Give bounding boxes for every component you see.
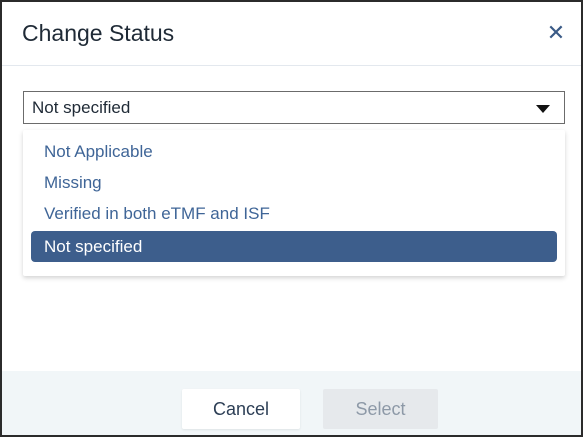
option-not-applicable[interactable]: Not Applicable <box>31 136 557 167</box>
select-button[interactable]: Select <box>323 389 438 429</box>
option-not-specified[interactable]: Not specified <box>31 231 557 262</box>
status-select[interactable]: Not specified <box>23 91 565 124</box>
caret-down-icon <box>536 105 550 113</box>
option-missing[interactable]: Missing <box>31 167 557 198</box>
close-icon[interactable]: ✕ <box>545 22 567 44</box>
status-select-value: Not specified <box>32 98 131 117</box>
status-dropdown-list: Not Applicable Missing Verified in both … <box>23 130 565 276</box>
dialog-header: Change Status ✕ <box>2 2 581 66</box>
dialog-title: Change Status <box>22 20 175 46</box>
change-status-dialog: Change Status ✕ Not specified Not Applic… <box>0 0 583 437</box>
option-verified-both[interactable]: Verified in both eTMF and ISF <box>31 198 557 229</box>
cancel-button[interactable]: Cancel <box>182 389 300 429</box>
dialog-footer: Cancel Select <box>2 371 581 435</box>
